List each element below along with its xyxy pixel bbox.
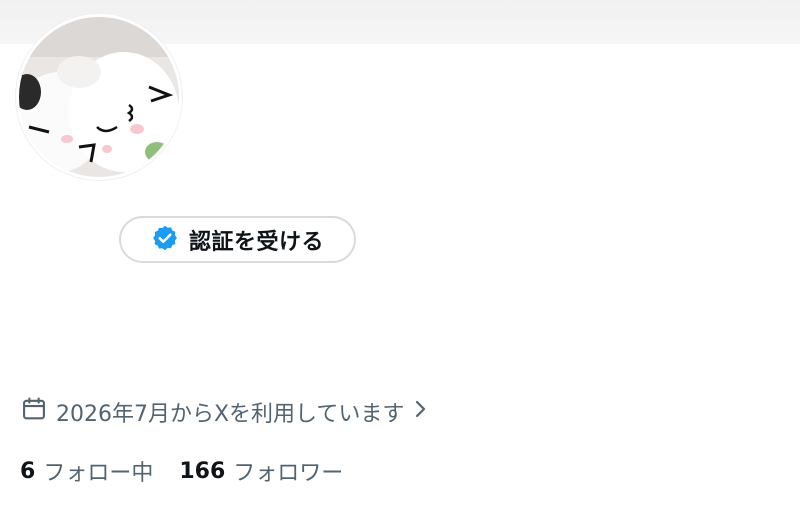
get-verified-label: 認証を受ける bbox=[188, 229, 324, 255]
following-label: フォロー中 bbox=[43, 461, 154, 486]
following-link[interactable]: 6 フォロー中 bbox=[20, 455, 153, 487]
followers-count: 166 bbox=[179, 458, 226, 484]
joined-date-row[interactable]: 2026年7月からXを利用しています bbox=[20, 396, 430, 428]
verified-badge-icon bbox=[151, 224, 179, 256]
avatar-image bbox=[19, 17, 179, 177]
calendar-icon bbox=[20, 395, 48, 429]
following-count: 6 bbox=[20, 458, 36, 484]
followers-link[interactable]: 166 フォロワー bbox=[179, 455, 343, 487]
joined-date-text: 2026年7月からXを利用しています bbox=[56, 402, 405, 427]
get-verified-button[interactable]: 認証を受ける bbox=[119, 216, 356, 263]
chevron-right-icon bbox=[412, 398, 430, 426]
profile-avatar[interactable] bbox=[16, 14, 182, 180]
followers-label: フォロワー bbox=[233, 461, 344, 486]
follow-stats: 6 フォロー中 166 フォロワー bbox=[20, 454, 343, 488]
